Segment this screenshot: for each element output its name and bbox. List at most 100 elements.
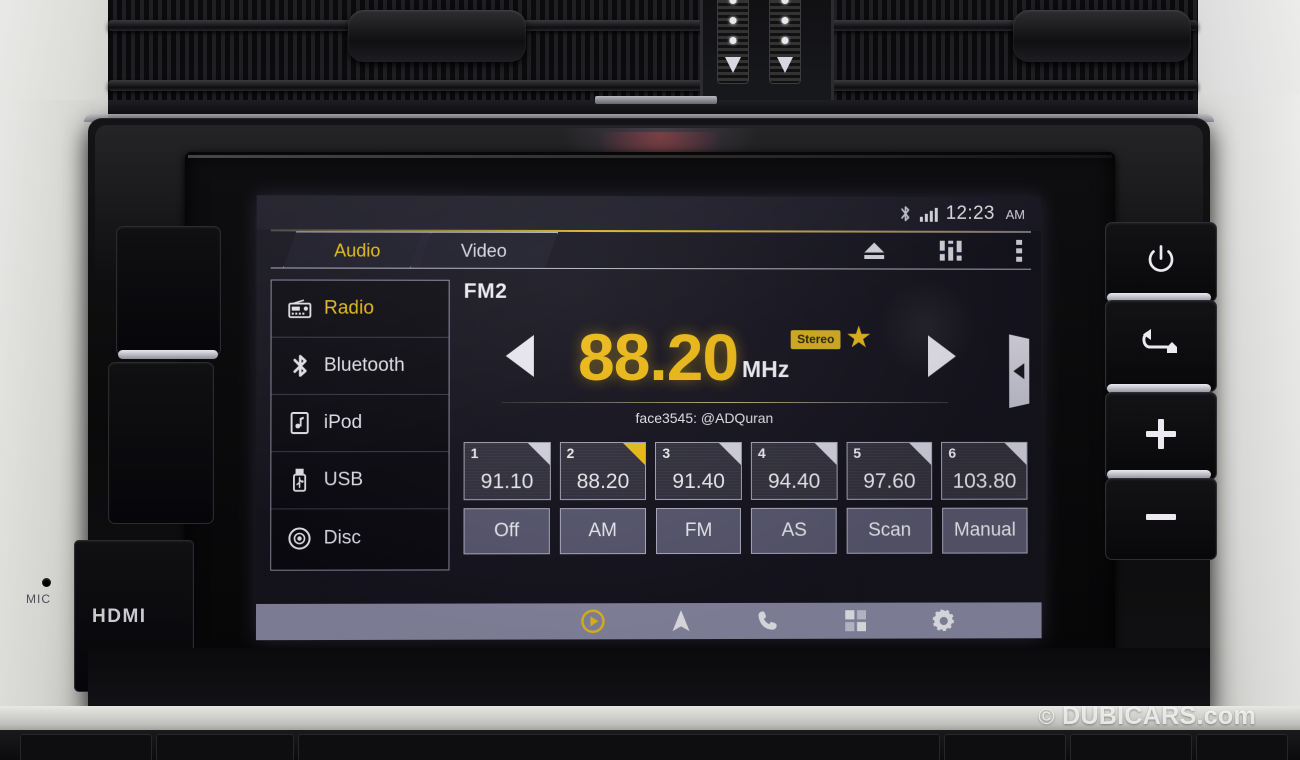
next-arrow-icon[interactable]: [927, 335, 956, 378]
console-key-1[interactable]: [20, 734, 152, 760]
status-bar: 12:23 AM: [256, 195, 1041, 231]
center-vent-divider: [700, 0, 834, 110]
frequency-divider: [501, 401, 948, 404]
preset-corner-icon: [623, 443, 646, 466]
prev-arrow-icon[interactable]: [505, 334, 534, 377]
preset-button-2[interactable]: 2 88.20: [559, 442, 647, 501]
preset-button-4[interactable]: 4 94.40: [750, 441, 838, 500]
console-key-2[interactable]: [156, 734, 294, 760]
sidebar-item-bluetooth[interactable]: Bluetooth: [271, 337, 449, 395]
disc-icon: [287, 526, 311, 550]
minus-icon: [1141, 510, 1181, 528]
preset-row: 1 91.10 2 88.20 3 91.40 4 94.40 5 97.60 …: [463, 441, 1028, 501]
tab-audio[interactable]: Audio: [283, 231, 432, 268]
preset-button-3[interactable]: 3 91.40: [655, 441, 742, 501]
eject-icon[interactable]: [862, 240, 886, 262]
preset-button-1[interactable]: 1 91.10: [463, 442, 551, 501]
preset-number: 2: [566, 445, 575, 462]
preset-value: 97.60: [863, 469, 916, 493]
volume-down-button[interactable]: [1105, 478, 1217, 560]
plus-icon: [1141, 414, 1181, 458]
settings-gear-icon[interactable]: [931, 608, 956, 633]
band-label: FM2: [463, 279, 508, 303]
preset-corner-icon: [527, 443, 550, 466]
collapse-left-icon[interactable]: [1003, 334, 1029, 408]
back-home-button[interactable]: [1105, 300, 1217, 392]
screen-bezel-highlight: [188, 155, 1112, 158]
phone-icon[interactable]: [756, 609, 780, 633]
preset-value: 91.40: [672, 469, 725, 494]
navigation-arrow-icon[interactable]: [670, 608, 692, 634]
microphone-hole: [42, 578, 51, 587]
dashboard-photo: 12:23 AM Audio Video Radio Bluetooth iPo…: [0, 0, 1300, 760]
frequency-group: 88.20 MHz Stereo ★: [578, 320, 872, 394]
mode-button-row: Off AM FM AS Scan Manual: [463, 507, 1028, 555]
preset-value: 103.80: [952, 469, 1017, 493]
rds-text: face3545: @ADQuran: [635, 409, 774, 427]
radio-icon: [288, 297, 312, 321]
status-clock: 12:23: [945, 202, 995, 224]
mode-button-off[interactable]: Off: [463, 508, 550, 555]
preset-number: 1: [470, 445, 479, 462]
preset-corner-icon: [1004, 442, 1027, 465]
preset-corner-icon: [718, 442, 741, 465]
infotainment-screen[interactable]: 12:23 AM Audio Video Radio Bluetooth iPo…: [255, 195, 1042, 641]
console-key-3[interactable]: [298, 734, 940, 760]
sidebar-item-usb[interactable]: USB: [271, 452, 449, 510]
preset-number: 6: [948, 444, 957, 461]
source-sidebar: Radio Bluetooth iPod USB Disc: [270, 279, 450, 571]
left-hard-button-upper[interactable]: [116, 226, 221, 356]
frequency-row: 88.20 MHz Stereo ★: [458, 310, 1034, 402]
power-button[interactable]: [1105, 222, 1217, 302]
more-options-icon[interactable]: [1015, 239, 1023, 263]
vent-slider-left[interactable]: [717, 0, 749, 84]
vent-adjuster-left[interactable]: [348, 10, 526, 62]
preset-corner-icon: [909, 442, 932, 465]
hdmi-label: HDMI: [92, 606, 147, 627]
mode-button-as[interactable]: AS: [751, 507, 838, 554]
preset-number: 4: [757, 444, 766, 461]
preset-corner-icon: [814, 442, 837, 465]
watermark-text: DUBICARS.com: [1062, 702, 1256, 730]
sidebar-item-label: USB: [323, 469, 364, 491]
tab-video[interactable]: Video: [410, 232, 558, 269]
power-icon: [1144, 243, 1178, 281]
back-home-icon: [1139, 327, 1183, 365]
vent-slider-right[interactable]: [769, 0, 801, 84]
volume-up-button[interactable]: [1105, 392, 1217, 480]
left-hard-button-lower[interactable]: [108, 362, 214, 524]
preset-button-6[interactable]: 6 103.80: [941, 441, 1028, 500]
sidebar-item-disc[interactable]: Disc: [271, 509, 448, 566]
equalizer-icon[interactable]: [938, 239, 964, 263]
stereo-badge: Stereo: [791, 330, 841, 350]
ipod-icon: [288, 411, 312, 435]
bluetooth-icon: [288, 354, 312, 378]
sidebar-item-label: Disc: [323, 526, 361, 549]
mic-label: MIC: [26, 592, 51, 606]
media-play-icon[interactable]: [580, 608, 606, 634]
mode-button-manual[interactable]: Manual: [942, 507, 1028, 554]
vent-adjuster-right[interactable]: [1013, 10, 1191, 62]
sidebar-item-ipod[interactable]: iPod: [271, 394, 449, 453]
console-key-6[interactable]: [1196, 734, 1288, 760]
now-playing-panel: FM2 88.20 MHz Stereo ★ face3545: @ADQura…: [457, 276, 1033, 602]
preset-button-5[interactable]: 5 97.60: [846, 441, 933, 500]
mode-button-fm[interactable]: FM: [655, 507, 742, 555]
watermark: © DUBICARS.com: [1038, 702, 1256, 731]
usb-icon: [287, 468, 311, 492]
sidebar-item-radio[interactable]: Radio: [271, 280, 449, 338]
mode-button-scan[interactable]: Scan: [846, 507, 933, 554]
sidebar-item-label: iPod: [323, 411, 363, 434]
bluetooth-icon: [899, 205, 912, 223]
console-key-5[interactable]: [1070, 734, 1192, 760]
vent-horizontal-blade-bottom[interactable]: [108, 80, 1198, 91]
preset-value: 94.40: [767, 469, 821, 493]
sidebar-item-label: Bluetooth: [323, 354, 405, 376]
apps-grid-icon[interactable]: [844, 609, 868, 633]
mode-button-am[interactable]: AM: [559, 508, 646, 555]
header-icon-group: [862, 235, 1023, 267]
star-icon[interactable]: ★: [845, 321, 872, 354]
console-key-4[interactable]: [944, 734, 1066, 760]
vent-chrome-strip: [595, 96, 717, 104]
watermark-copyright: ©: [1038, 704, 1055, 729]
